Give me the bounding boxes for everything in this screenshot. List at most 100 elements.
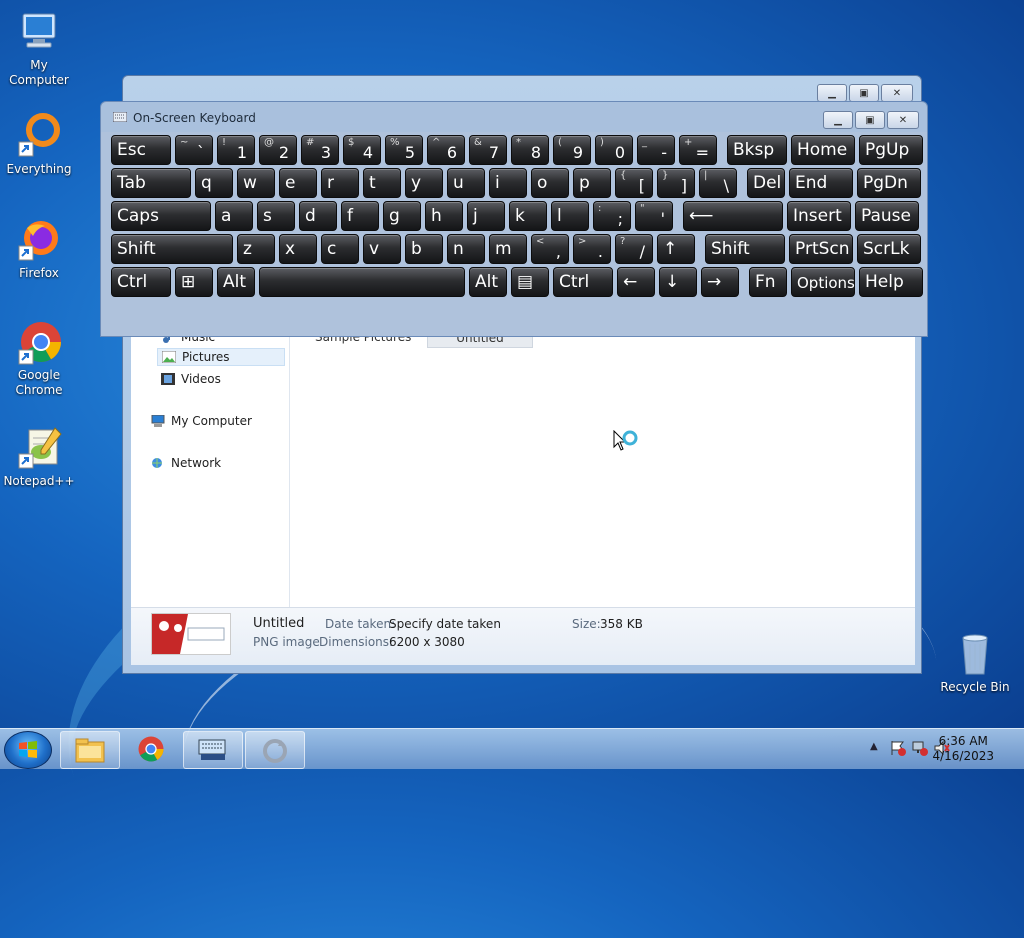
start-button[interactable]	[4, 731, 52, 769]
key-o[interactable]: o	[531, 168, 569, 198]
key-r3k8[interactable]: <,	[531, 234, 569, 264]
key-y[interactable]: y	[405, 168, 443, 198]
key-ctrl[interactable]: Ctrl	[111, 267, 171, 297]
key-g[interactable]: g	[383, 201, 421, 231]
maximize-button[interactable]: ▣	[855, 111, 885, 129]
key-space[interactable]	[259, 267, 465, 297]
key-j[interactable]: j	[467, 201, 505, 231]
show-hidden-icons-icon[interactable]: ▲	[870, 741, 878, 752]
key-ctrl[interactable]: Ctrl	[553, 267, 613, 297]
minimize-button[interactable]: ▁	[823, 111, 853, 129]
key-tab[interactable]: Tab	[111, 168, 191, 198]
key-i[interactable]: i	[489, 168, 527, 198]
key-bksp[interactable]: Bksp	[727, 135, 787, 165]
nav-item-my-computer[interactable]: My Computer	[151, 414, 252, 428]
key-c[interactable]: c	[321, 234, 359, 264]
key-prtscn[interactable]: PrtScn	[789, 234, 853, 264]
close-button[interactable]: ✕	[887, 111, 919, 129]
close-button[interactable]: ✕	[881, 84, 913, 102]
key-help[interactable]: Help	[859, 267, 923, 297]
key-fn[interactable]: Fn	[749, 267, 787, 297]
key-scrlk[interactable]: ScrLk	[857, 234, 921, 264]
key-del[interactable]: Del	[747, 168, 785, 198]
key-r4k7[interactable]: ←	[617, 267, 655, 297]
taskbar-explorer-button[interactable]	[60, 731, 120, 769]
taskbar-clock[interactable]: 6:36 AM 4/16/2023	[932, 734, 994, 764]
key-r4k1[interactable]: ⊞	[175, 267, 213, 297]
desktop-icon-everything[interactable]: Everything	[0, 112, 78, 177]
minimize-button[interactable]: ▁	[817, 84, 847, 102]
key-0[interactable]: ) 0	[595, 135, 633, 165]
key-e[interactable]: e	[279, 168, 317, 198]
key-a[interactable]: a	[215, 201, 253, 231]
desktop-icon-notepad-plus-plus[interactable]: Notepad++	[0, 424, 78, 489]
nav-item-network[interactable]: Network	[151, 456, 221, 470]
key-k[interactable]: k	[509, 201, 547, 231]
nav-item-pictures[interactable]: Pictures	[157, 348, 285, 366]
key-t[interactable]: t	[363, 168, 401, 198]
key-8[interactable]: * 8	[511, 135, 549, 165]
taskbar-osk-button[interactable]	[183, 731, 243, 769]
key-esc[interactable]: Esc	[111, 135, 171, 165]
action-center-icon[interactable]	[890, 740, 906, 759]
key-1[interactable]: ! 1	[217, 135, 255, 165]
network-status-icon[interactable]	[912, 740, 928, 759]
key-r1k11[interactable]: {[	[615, 168, 653, 198]
nav-item-videos[interactable]: Videos	[161, 372, 221, 386]
desktop-icon-recycle-bin[interactable]: Recycle Bin	[936, 630, 1014, 695]
key-alt[interactable]: Alt	[469, 267, 507, 297]
key-l[interactable]: l	[551, 201, 589, 231]
key-r4k5[interactable]: ▤	[511, 267, 549, 297]
maximize-button[interactable]: ▣	[849, 84, 879, 102]
key-3[interactable]: #3	[301, 135, 339, 165]
key-r2k11[interactable]: " '	[635, 201, 673, 231]
key-end[interactable]: End	[789, 168, 853, 198]
key-r1k12[interactable]: }]	[657, 168, 695, 198]
key-q[interactable]: q	[195, 168, 233, 198]
key-r2k10[interactable]: :;	[593, 201, 631, 231]
key-r3k11[interactable]: ↑	[657, 234, 695, 264]
key-r0k1[interactable]: ~ `	[175, 135, 213, 165]
key-r3k9[interactable]: >.	[573, 234, 611, 264]
key-w[interactable]: w	[237, 168, 275, 198]
key-h[interactable]: h	[425, 201, 463, 231]
key-r4k9[interactable]: →	[701, 267, 739, 297]
desktop-icon-firefox[interactable]: Firefox	[0, 216, 78, 281]
key-options[interactable]: Options	[791, 267, 855, 297]
key-pause[interactable]: Pause	[855, 201, 919, 231]
key-z[interactable]: z	[237, 234, 275, 264]
key-m[interactable]: m	[489, 234, 527, 264]
key-9[interactable]: (9	[553, 135, 591, 165]
key-u[interactable]: u	[447, 168, 485, 198]
key-pgup[interactable]: PgUp	[859, 135, 923, 165]
key-n[interactable]: n	[447, 234, 485, 264]
key-r1k13[interactable]: | \	[699, 168, 737, 198]
key-b[interactable]: b	[405, 234, 443, 264]
date-taken-value[interactable]: Specify date taken	[389, 617, 501, 631]
key-7[interactable]: & 7	[469, 135, 507, 165]
key-r4k8[interactable]: ↓	[659, 267, 697, 297]
desktop-icon-google-chrome[interactable]: Google Chrome	[0, 318, 78, 398]
key-2[interactable]: @2	[259, 135, 297, 165]
key-pgdn[interactable]: PgDn	[857, 168, 921, 198]
key-shift[interactable]: Shift	[705, 234, 785, 264]
key-p[interactable]: p	[573, 168, 611, 198]
key-shift[interactable]: Shift	[111, 234, 233, 264]
desktop-icon-my-computer[interactable]: My Computer	[0, 8, 78, 88]
key-x[interactable]: x	[279, 234, 317, 264]
key-s[interactable]: s	[257, 201, 295, 231]
key-v[interactable]: v	[363, 234, 401, 264]
key-5[interactable]: % 5	[385, 135, 423, 165]
key-4[interactable]: $4	[343, 135, 381, 165]
key-r2k12[interactable]: ⟵	[683, 201, 783, 231]
key-alt[interactable]: Alt	[217, 267, 255, 297]
taskbar-app-button[interactable]	[245, 731, 305, 769]
key-d[interactable]: d	[299, 201, 337, 231]
key-r0k13[interactable]: + =	[679, 135, 717, 165]
taskbar-chrome-button[interactable]	[136, 734, 166, 767]
key-home[interactable]: Home	[791, 135, 855, 165]
key-r[interactable]: r	[321, 168, 359, 198]
key-6[interactable]: ^ 6	[427, 135, 465, 165]
key-r3k10[interactable]: ? /	[615, 234, 653, 264]
key-f[interactable]: f	[341, 201, 379, 231]
